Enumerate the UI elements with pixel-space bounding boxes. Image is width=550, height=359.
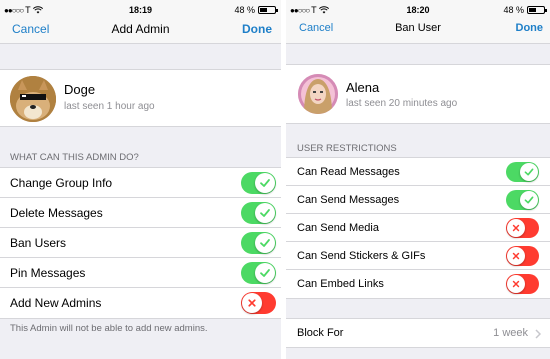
battery-icon [527,6,547,14]
battery-percent: 48 % [234,5,255,15]
block-for-value: 1 week [493,327,528,339]
check-icon [524,195,534,204]
restriction-toggle[interactable] [506,274,539,294]
block-for-label: Block For [297,327,344,339]
admin-permissions-list: Change Group Info Delete Messages Ban Us… [0,167,281,319]
permission-label: Change Group Info [10,175,113,190]
cross-icon [248,299,256,307]
navigation-bar: Cancel Add Admin Done [0,20,281,44]
restriction-row[interactable]: Can Read Messages [286,158,550,186]
restriction-label: Can Embed Links [297,278,384,290]
cross-icon [512,280,520,288]
permission-label: Pin Messages [10,265,86,280]
chevron-right-icon [535,329,541,339]
section-header: USER RESTRICTIONS [297,143,397,154]
restriction-label: Can Send Messages [297,193,400,206]
restriction-label: Can Send Stickers & GIFs [297,249,426,262]
check-icon [260,178,270,187]
profile-card: Doge last seen 1 hour ago [0,69,281,127]
permission-row[interactable]: Ban Users [0,228,281,258]
profile-name: Alena [346,80,380,95]
restriction-row[interactable]: Can Send Stickers & GIFs [286,242,550,270]
permission-toggle[interactable] [241,231,276,254]
add-admin-screen: ●●○○○ T 18:19 48 % Cancel Add Admin Done [0,0,281,359]
footer-note: This Admin will not be able to add new a… [10,323,208,334]
cross-icon [512,224,520,231]
restriction-toggle[interactable] [506,189,539,210]
avatar [298,74,338,114]
section-header: WHAT CAN THIS ADMIN DO? [10,152,139,163]
block-for-row[interactable]: Block For 1 week [286,318,550,348]
user-restrictions-list: Can Read Messages Can Send Messages Can … [286,157,550,299]
profile-last-seen: last seen 20 minutes ago [346,98,458,109]
permission-row[interactable]: Pin Messages [0,258,281,288]
status-bar: ●●○○○ T 18:19 48 % [0,0,281,20]
permission-row[interactable]: Change Group Info [0,168,281,198]
check-icon [260,268,270,277]
page-title: Add Admin [111,22,170,36]
battery-icon [258,6,278,14]
profile-last-seen: last seen 1 hour ago [64,101,155,112]
check-icon [260,208,270,217]
restriction-row[interactable]: Can Send Messages [286,186,550,214]
restriction-toggle[interactable] [506,161,539,182]
permission-toggle[interactable] [241,171,276,194]
restriction-label: Can Send Media [297,221,379,234]
permission-toggle[interactable] [241,261,276,284]
navigation-bar: Cancel Ban User Done [286,20,550,44]
alena-avatar-image [298,74,338,114]
permission-toggle[interactable] [241,201,276,224]
check-icon [524,167,534,176]
ban-user-screen: ●●○○○ T 18:20 48 % Cancel Ban User Done [286,0,550,359]
permission-label: Delete Messages [10,205,103,220]
battery-percent: 48 % [503,5,524,15]
permission-row[interactable]: Add New Admins [0,288,281,318]
profile-card: Alena last seen 20 minutes ago [286,64,550,124]
avatar [10,76,56,122]
restriction-label: Can Read Messages [297,165,400,178]
permission-label: Add New Admins [10,296,102,310]
restriction-toggle[interactable] [506,217,539,238]
permission-toggle[interactable] [241,292,276,314]
profile-name: Doge [64,82,96,97]
permission-label: Ban Users [10,235,67,250]
check-icon [260,238,270,247]
done-button[interactable]: Done [242,22,272,36]
restriction-toggle[interactable] [506,245,539,266]
restriction-row[interactable]: Can Send Media [286,214,550,242]
status-bar: ●●○○○ T 18:20 48 % [286,0,550,20]
done-button[interactable]: Done [516,22,544,34]
page-title: Ban User [395,22,441,34]
permission-row[interactable]: Delete Messages [0,198,281,228]
cross-icon [512,252,520,259]
doge-avatar-image [10,76,56,122]
restriction-row[interactable]: Can Embed Links [286,270,550,298]
